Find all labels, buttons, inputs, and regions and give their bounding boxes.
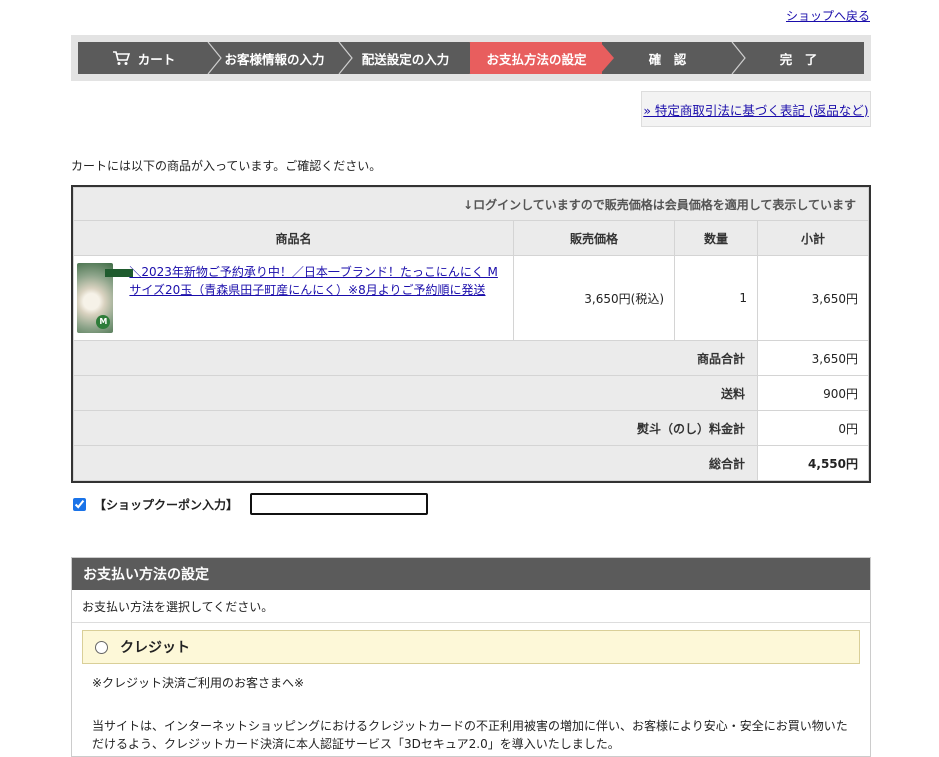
step-label: 配送設定の入力 bbox=[361, 51, 450, 67]
checkout-steps: カート お客様情報の入力 配送設定の入力 お支払方法の設定 確 認 完 了 bbox=[71, 35, 871, 81]
col-qty: 数量 bbox=[674, 220, 758, 256]
member-price-notice: ↓ログインしていますので販売価格は会員価格を適用して表示しています bbox=[73, 187, 869, 221]
summary-value-goods: 3,650円 bbox=[757, 340, 869, 376]
payment-option-credit[interactable]: クレジット bbox=[82, 630, 860, 664]
legal-notice-link[interactable]: » 特定商取引法に基づく表記 (返品など) bbox=[643, 100, 868, 119]
col-subtotal: 小計 bbox=[757, 220, 869, 256]
cart-intro-text: カートには以下の商品が入っています。ご確認ください。 bbox=[71, 159, 382, 173]
step-label: お支払方法の設定 bbox=[486, 51, 587, 67]
cart-table: ↓ログインしていますので販売価格は会員価格を適用して表示しています 商品名 販売… bbox=[71, 185, 871, 483]
summary-value-shipping: 900円 bbox=[757, 375, 869, 411]
summary-label-noshi: 熨斗（のし）料金計 bbox=[73, 410, 758, 446]
step-confirm: 確 認 bbox=[602, 42, 746, 74]
product-link[interactable]: ＼2023年新物ご予約承り中！／日本一ブランド！たっこにんにく Mサイズ20玉（… bbox=[129, 263, 506, 299]
legal-notice-box: » 特定商取引法に基づく表記 (返品など) bbox=[641, 91, 871, 127]
coupon-checkbox[interactable] bbox=[73, 497, 86, 511]
payment-section: お支払い方法の設定 お支払い方法を選択してください。 クレジット ※クレジット決… bbox=[71, 557, 871, 757]
product-cell: M ＼2023年新物ご予約承り中！／日本一ブランド！たっこにんにく Mサイズ20… bbox=[73, 255, 514, 341]
payment-option-label: クレジット bbox=[120, 640, 190, 656]
step-separator bbox=[338, 42, 353, 74]
step-label: お客様情報の入力 bbox=[224, 51, 325, 67]
col-price: 販売価格 bbox=[513, 220, 675, 256]
step-delivery: 配送設定の入力 bbox=[340, 42, 484, 74]
payment-title: お支払い方法の設定 bbox=[72, 558, 870, 590]
table-row: M ＼2023年新物ご予約承り中！／日本一ブランド！たっこにんにく Mサイズ20… bbox=[73, 255, 869, 341]
item-price: 3,650円(税込) bbox=[513, 255, 675, 341]
summary-label-goods: 商品合計 bbox=[73, 340, 758, 376]
product-tag bbox=[105, 269, 133, 277]
step-customer-info: お客様情報の入力 bbox=[209, 42, 353, 74]
step-separator bbox=[600, 42, 614, 74]
step-separator bbox=[731, 42, 746, 74]
product-thumbnail[interactable]: M bbox=[77, 263, 133, 333]
summary-label-total: 総合計 bbox=[73, 445, 758, 481]
step-separator bbox=[469, 42, 484, 74]
credit-note: ※クレジット決済ご利用のお客さまへ※ bbox=[92, 676, 305, 690]
step-label: 完 了 bbox=[779, 51, 818, 67]
step-label: カート bbox=[137, 51, 176, 67]
credit-radio[interactable] bbox=[95, 640, 108, 654]
item-subtotal: 3,650円 bbox=[757, 255, 869, 341]
summary-value-noshi: 0円 bbox=[757, 410, 869, 446]
cart-icon bbox=[112, 51, 130, 65]
coupon-input[interactable] bbox=[250, 493, 429, 515]
size-badge-icon: M bbox=[96, 315, 111, 329]
summary-label-shipping: 送料 bbox=[73, 375, 758, 411]
item-qty: 1 bbox=[674, 255, 758, 341]
coupon-label: 【ショップクーポン入力】 bbox=[94, 497, 239, 512]
step-cart: カート bbox=[78, 42, 222, 74]
step-complete: 完 了 bbox=[733, 42, 864, 74]
step-payment: お支払方法の設定 bbox=[471, 42, 614, 74]
col-product-name: 商品名 bbox=[73, 220, 514, 256]
summary-value-total: 4,550円 bbox=[757, 445, 869, 481]
step-label: 確 認 bbox=[648, 51, 687, 67]
payment-instruction: お支払い方法を選択してください。 bbox=[72, 590, 870, 623]
back-to-shop-link[interactable]: ショップへ戻る bbox=[786, 7, 870, 24]
step-separator bbox=[207, 42, 222, 74]
coupon-row: 【ショップクーポン入力】 bbox=[73, 493, 429, 515]
